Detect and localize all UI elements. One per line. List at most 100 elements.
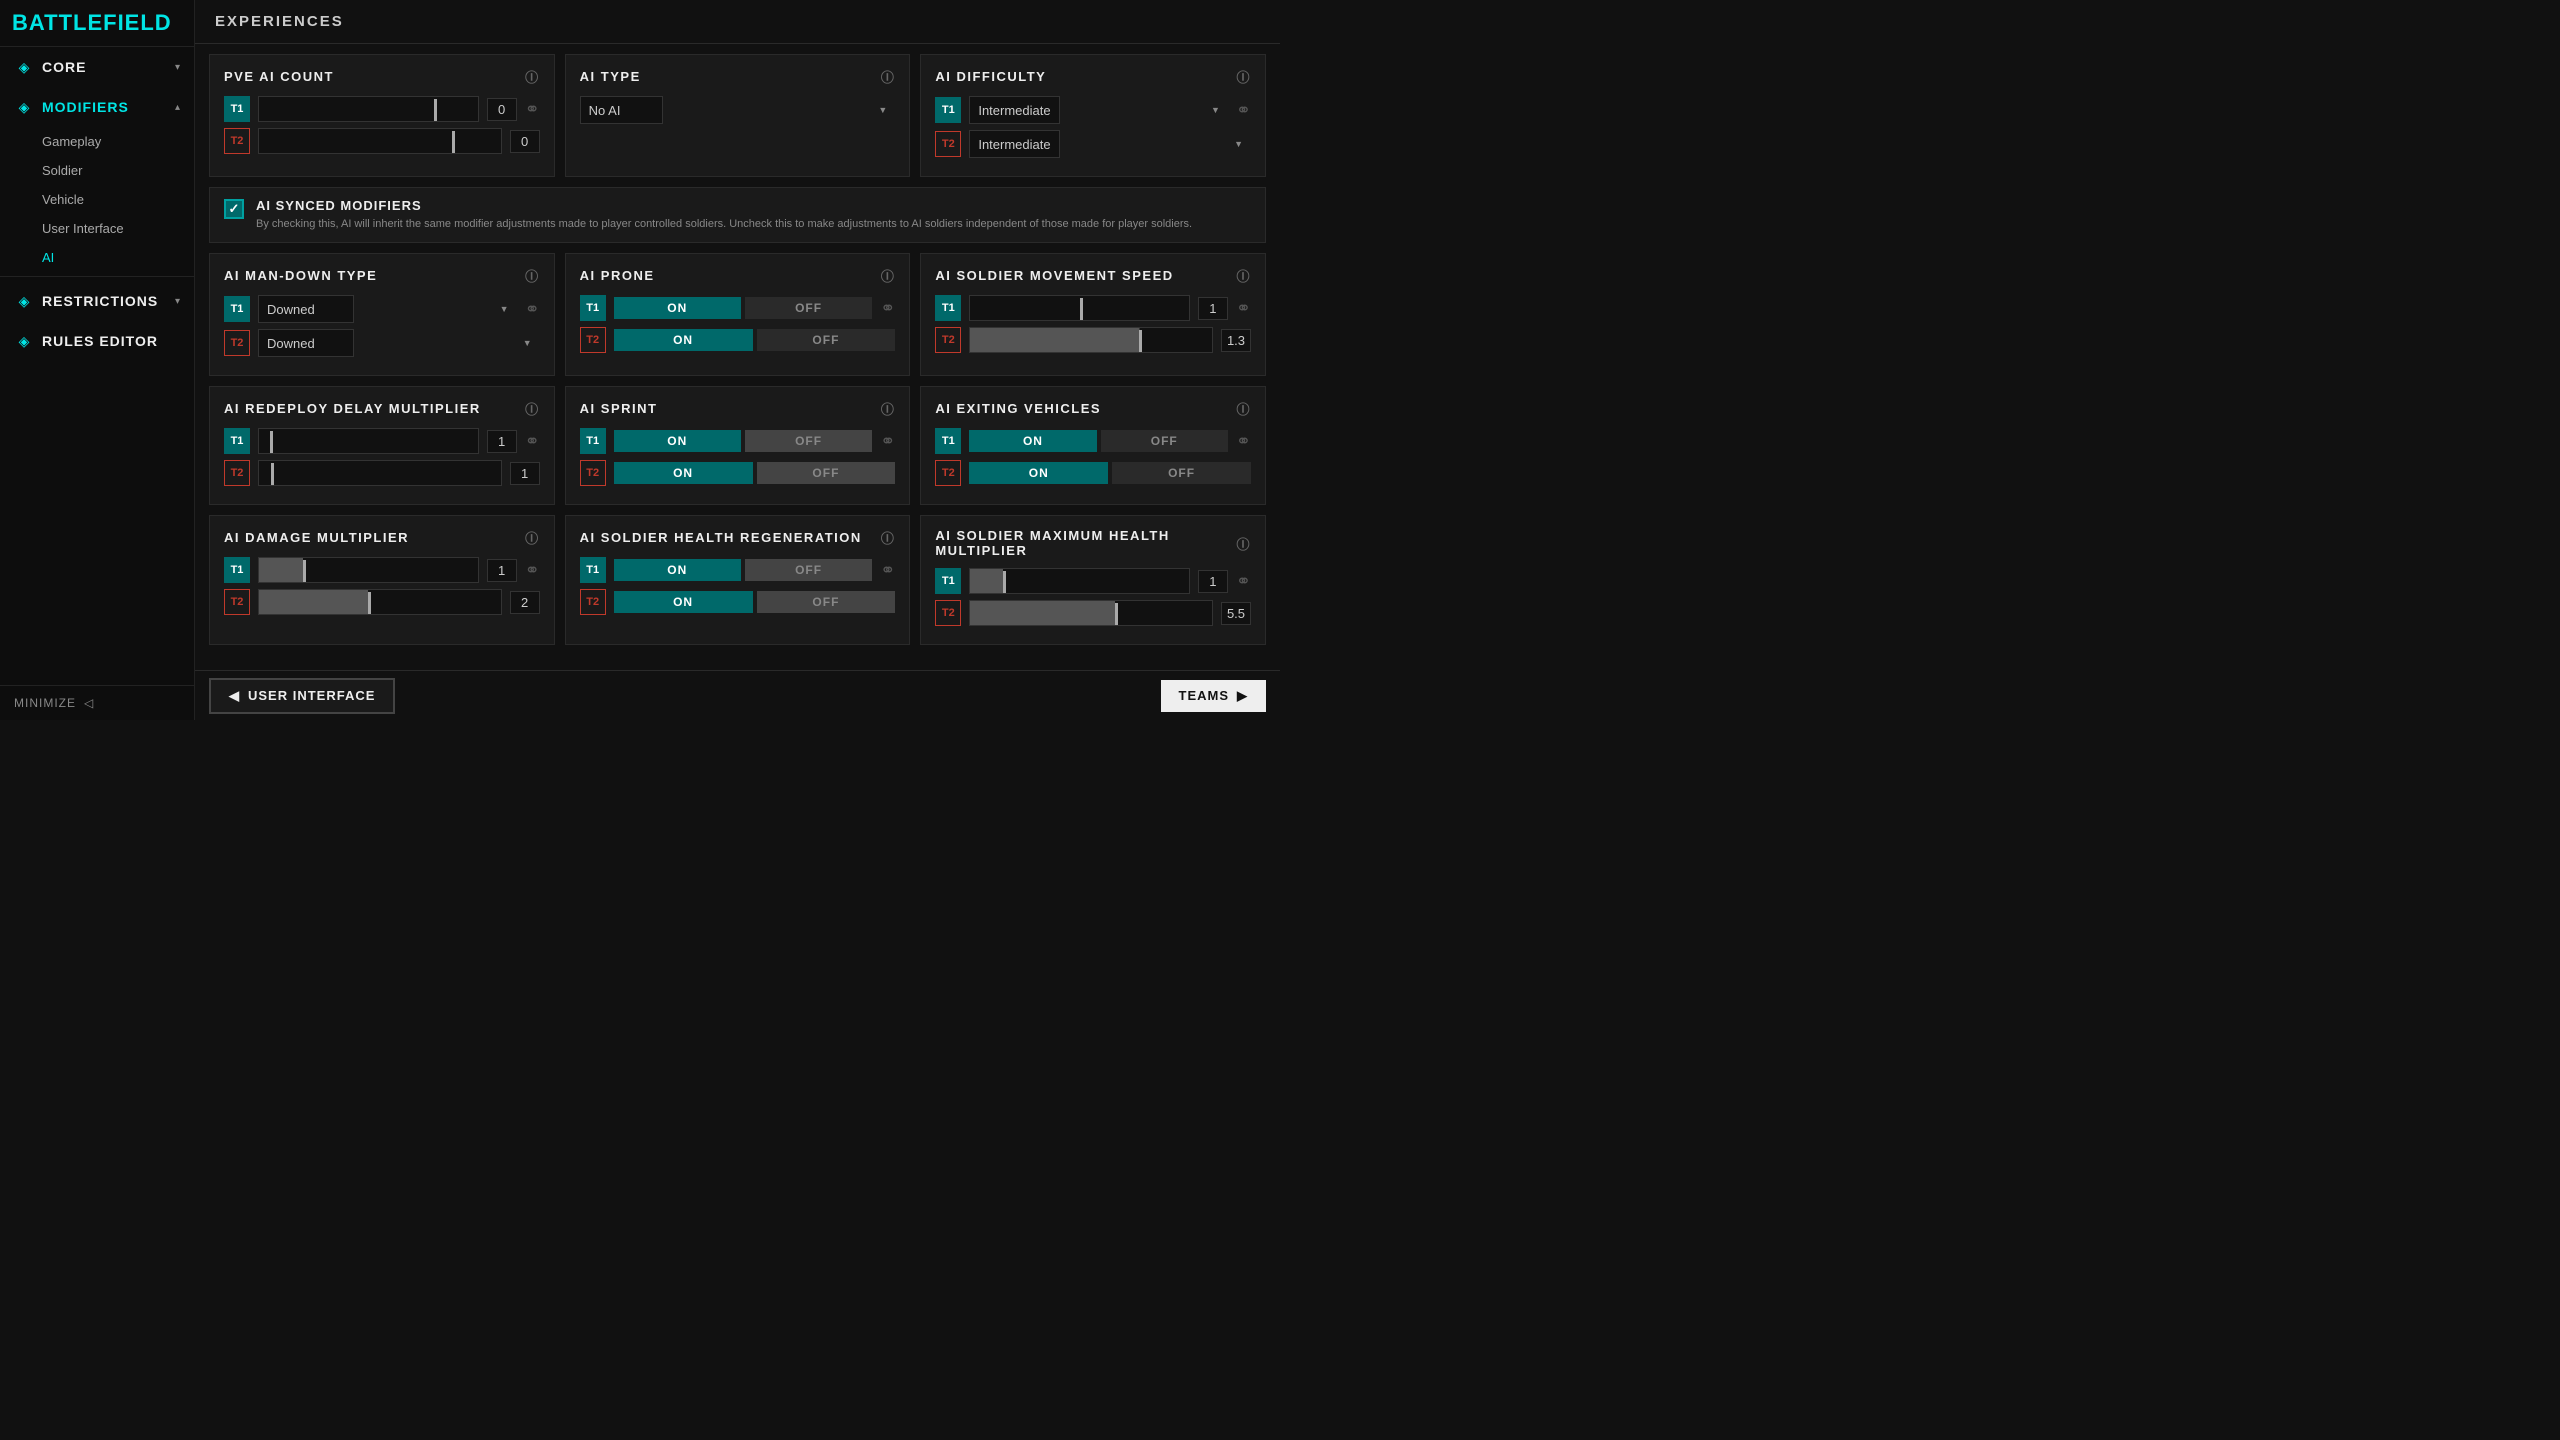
exiting-t2-on-btn[interactable]: ON xyxy=(969,462,1108,484)
max-health-t1-handle xyxy=(1003,571,1006,593)
top-bar: EXPERIENCES xyxy=(195,0,1280,44)
sidebar-item-modifiers[interactable]: ◈ MODIFIERS ▴ xyxy=(0,87,194,127)
prone-t1-badge: T1 xyxy=(580,295,606,321)
ai-type-select[interactable]: No AI Standard Aggressive Defensive xyxy=(580,96,663,124)
pve-info-icon[interactable]: ⓘ xyxy=(525,67,540,86)
pve-t2-slider[interactable] xyxy=(258,128,502,154)
ai-diff-t2-select[interactable]: Beginner Intermediate Advanced Expert xyxy=(969,130,1060,158)
sidebar-item-restrictions[interactable]: ◈ RESTRICTIONS ▾ xyxy=(0,281,194,321)
sidebar-item-core[interactable]: ◈ CORE ▾ xyxy=(0,47,194,87)
man-down-t2-badge: T2 xyxy=(224,330,250,356)
damage-t1-handle xyxy=(303,560,306,582)
movement-link-icon[interactable]: ⚭ xyxy=(1236,298,1251,319)
core-arrow: ▾ xyxy=(175,62,180,73)
ai-diff-link-icon[interactable]: ⚭ xyxy=(1236,100,1251,121)
prone-t2-off-btn[interactable]: OFF xyxy=(757,329,896,351)
prev-button[interactable]: ◀ USER INTERFACE xyxy=(209,678,395,714)
redeploy-t1-value[interactable]: 1 xyxy=(487,430,517,453)
prone-link-icon[interactable]: ⚭ xyxy=(880,298,895,319)
pve-t2-value[interactable]: 0 xyxy=(510,130,540,153)
ai-sprint-info[interactable]: ⓘ xyxy=(881,399,896,418)
man-down-t2-select[interactable]: Downed Incapacitated Dead xyxy=(258,329,354,357)
sidebar: BATTLEFIELD ◈ CORE ▾ ◈ MODIFIERS ▴ Gamep… xyxy=(0,0,195,720)
ai-synced-checkbox[interactable] xyxy=(224,199,244,219)
movement-t2-value[interactable]: 1.3 xyxy=(1221,329,1251,352)
ai-diff-t2-badge: T2 xyxy=(935,131,961,157)
sidebar-item-rules-editor[interactable]: ◈ RULES EDITOR xyxy=(0,321,194,361)
sprint-t1-off-btn[interactable]: OFF xyxy=(745,430,872,452)
max-health-t1-value[interactable]: 1 xyxy=(1198,570,1228,593)
damage-link-icon[interactable]: ⚭ xyxy=(525,560,540,581)
ai-type-row: No AI Standard Aggressive Defensive xyxy=(580,96,896,124)
sidebar-item-vehicle[interactable]: Vehicle xyxy=(0,185,194,214)
minimize-button[interactable]: MINIMIZE ◁ xyxy=(14,696,180,710)
pve-t1-value[interactable]: 0 xyxy=(487,98,517,121)
max-health-t2-value[interactable]: 5.5 xyxy=(1221,602,1251,625)
damage-t2-slider[interactable] xyxy=(258,589,502,615)
ai-difficulty-info-icon[interactable]: ⓘ xyxy=(1237,67,1252,86)
max-health-link-icon[interactable]: ⚭ xyxy=(1236,571,1251,592)
health-regen-t1-row: T1 ON OFF ⚭ xyxy=(580,557,896,583)
health-regen-t2-on-btn[interactable]: ON xyxy=(614,591,753,613)
sidebar-item-user-interface[interactable]: User Interface xyxy=(0,214,194,243)
pve-ai-count-title: PVE AI COUNT ⓘ xyxy=(224,67,540,86)
pve-t1-badge: T1 xyxy=(224,96,250,122)
sprint-t2-off-btn[interactable]: OFF xyxy=(757,462,896,484)
ai-redeploy-info[interactable]: ⓘ xyxy=(525,399,540,418)
modifiers-label: MODIFIERS xyxy=(42,99,129,115)
health-regen-t1-off-btn[interactable]: OFF xyxy=(745,559,872,581)
health-regen-t1-on-btn[interactable]: ON xyxy=(614,559,741,581)
damage-t1-value[interactable]: 1 xyxy=(487,559,517,582)
sidebar-item-gameplay[interactable]: Gameplay xyxy=(0,127,194,156)
max-health-t2-badge: T2 xyxy=(935,600,961,626)
ai-damage-info[interactable]: ⓘ xyxy=(525,528,540,547)
ai-prone-info[interactable]: ⓘ xyxy=(881,266,896,285)
redeploy-t2-value[interactable]: 1 xyxy=(510,462,540,485)
ai-difficulty-title: AI DIFFICULTY ⓘ xyxy=(935,67,1251,86)
prone-t2-on-btn[interactable]: ON xyxy=(614,329,753,351)
prone-t1-on-btn[interactable]: ON xyxy=(614,297,741,319)
ai-diff-t1-select[interactable]: Beginner Intermediate Advanced Expert xyxy=(969,96,1060,124)
health-regen-link-icon[interactable]: ⚭ xyxy=(880,560,895,581)
redeploy-t2-slider[interactable] xyxy=(258,460,502,486)
damage-t2-row: T2 2 xyxy=(224,589,540,615)
sprint-t2-on-btn[interactable]: ON xyxy=(614,462,753,484)
next-button[interactable]: TEAMS ▶ xyxy=(1161,680,1267,712)
max-health-t2-slider[interactable] xyxy=(969,600,1213,626)
sidebar-item-soldier[interactable]: Soldier xyxy=(0,156,194,185)
ai-type-info-icon[interactable]: ⓘ xyxy=(881,67,896,86)
max-health-t1-slider[interactable] xyxy=(969,568,1190,594)
movement-t1-value[interactable]: 1 xyxy=(1198,297,1228,320)
restrictions-label: RESTRICTIONS xyxy=(42,293,158,309)
man-down-link-icon[interactable]: ⚭ xyxy=(525,299,540,320)
ai-man-down-info[interactable]: ⓘ xyxy=(525,266,540,285)
exiting-t2-off-btn[interactable]: OFF xyxy=(1112,462,1251,484)
exiting-link-icon[interactable]: ⚭ xyxy=(1236,431,1251,452)
movement-t1-row: T1 1 ⚭ xyxy=(935,295,1251,321)
movement-t1-slider[interactable] xyxy=(969,295,1190,321)
ai-damage-panel: AI DAMAGE MULTIPLIER ⓘ T1 1 ⚭ T2 2 xyxy=(209,515,555,645)
sidebar-item-ai[interactable]: AI xyxy=(0,243,194,272)
prone-t1-off-btn[interactable]: OFF xyxy=(745,297,872,319)
man-down-t1-select[interactable]: Downed Incapacitated Dead xyxy=(258,295,354,323)
ai-damage-title: AI DAMAGE MULTIPLIER ⓘ xyxy=(224,528,540,547)
health-regen-t2-off-btn[interactable]: OFF xyxy=(757,591,896,613)
ai-health-regen-info[interactable]: ⓘ xyxy=(881,528,896,547)
ai-movement-info[interactable]: ⓘ xyxy=(1236,266,1251,285)
sprint-t1-on-btn[interactable]: ON xyxy=(614,430,741,452)
ai-exiting-info[interactable]: ⓘ xyxy=(1236,399,1251,418)
exiting-t1-row: T1 ON OFF ⚭ xyxy=(935,428,1251,454)
ai-max-health-info[interactable]: ⓘ xyxy=(1236,534,1251,553)
pve-t1-slider[interactable] xyxy=(258,96,479,122)
minimize-icon: ◁ xyxy=(84,696,94,710)
exiting-t1-off-btn[interactable]: OFF xyxy=(1101,430,1228,452)
sprint-link-icon[interactable]: ⚭ xyxy=(880,431,895,452)
damage-t2-value[interactable]: 2 xyxy=(510,591,540,614)
damage-t1-slider[interactable] xyxy=(258,557,479,583)
redeploy-link-icon[interactable]: ⚭ xyxy=(525,431,540,452)
movement-t2-slider[interactable] xyxy=(969,327,1213,353)
health-regen-t2-badge: T2 xyxy=(580,589,606,615)
exiting-t1-on-btn[interactable]: ON xyxy=(969,430,1096,452)
redeploy-t1-slider[interactable] xyxy=(258,428,479,454)
pve-link-icon[interactable]: ⚭ xyxy=(525,99,540,120)
